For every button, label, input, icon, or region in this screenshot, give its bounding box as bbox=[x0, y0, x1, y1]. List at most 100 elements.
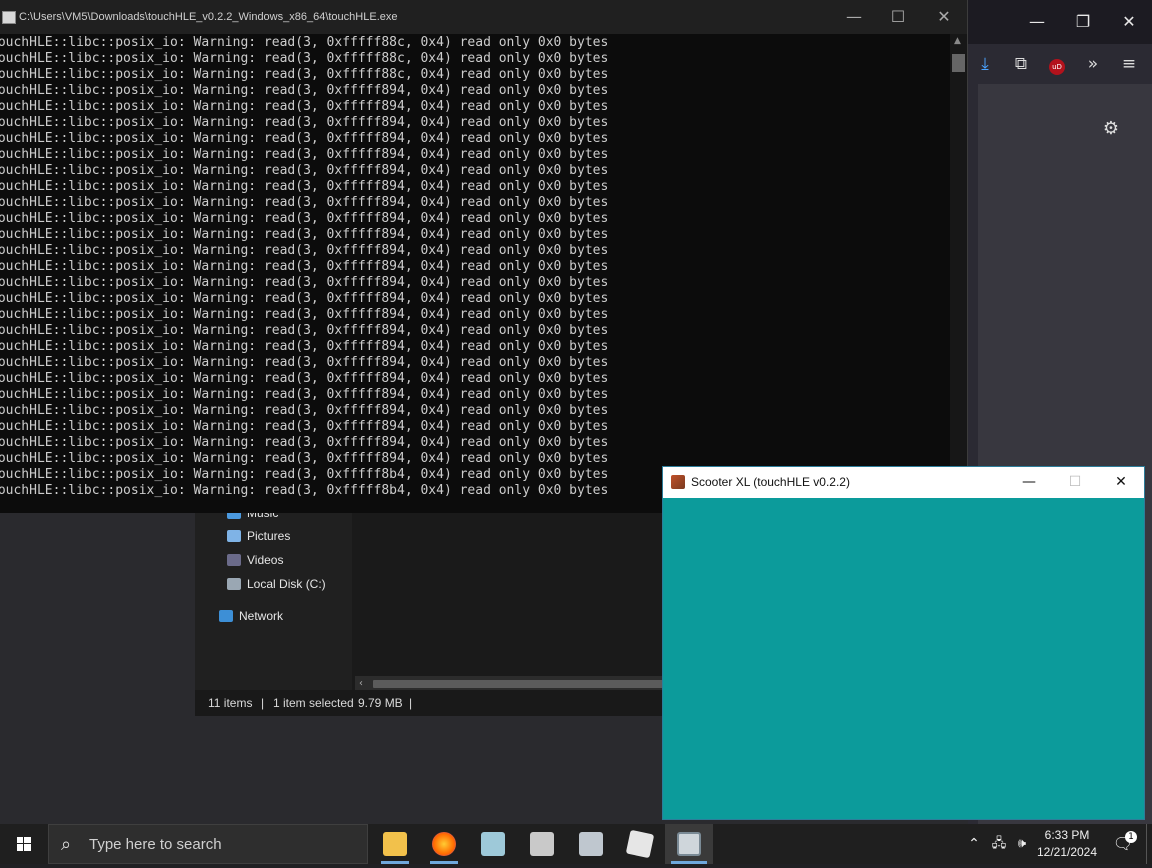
console-line: touchHLE::libc::posix_io: Warning: read(… bbox=[0, 211, 609, 226]
console-line: touchHLE::libc::posix_io: Warning: read(… bbox=[0, 291, 609, 306]
nav-item-label: Network bbox=[239, 609, 284, 623]
console-line: touchHLE::libc::posix_io: Warning: read(… bbox=[0, 243, 609, 258]
console-line: touchHLE::libc::posix_io: Warning: read(… bbox=[0, 467, 609, 482]
console-line: touchHLE::libc::posix_io: Warning: read(… bbox=[0, 339, 609, 354]
search-placeholder: Type here to search bbox=[89, 836, 222, 853]
console-line: touchHLE::libc::posix_io: Warning: read(… bbox=[0, 451, 609, 466]
console-line: touchHLE::libc::posix_io: Warning: read(… bbox=[0, 275, 609, 290]
browser-minimize-button[interactable]: — bbox=[1014, 0, 1060, 44]
network-tray-icon[interactable]: 🖧 bbox=[988, 824, 1010, 864]
file-explorer-icon bbox=[383, 832, 407, 856]
more-tools-icon[interactable]: » bbox=[1079, 50, 1107, 78]
browser-toolbar: ⤓ ⧉ uD » ≡ bbox=[968, 44, 1152, 85]
console-line: touchHLE::libc::posix_io: Warning: read(… bbox=[0, 387, 609, 402]
drive-icon bbox=[227, 578, 241, 590]
nav-item-label: Local Disk (C:) bbox=[247, 577, 326, 591]
console-line: touchHLE::libc::posix_io: Warning: read(… bbox=[0, 227, 609, 242]
console-titlebar[interactable]: C:\Users\VM5\Downloads\touchHLE_v0.2.2_W… bbox=[0, 0, 967, 34]
console-line: touchHLE::libc::posix_io: Warning: read(… bbox=[0, 147, 609, 162]
selected-count: 1 item selected bbox=[273, 696, 354, 710]
console-line: touchHLE::libc::posix_io: Warning: read(… bbox=[0, 195, 609, 210]
game-titlebar[interactable]: Scooter XL (touchHLE v0.2.2) — ☐ ✕ bbox=[663, 467, 1144, 498]
firefox-icon bbox=[432, 832, 456, 856]
explorer-file-area[interactable] bbox=[352, 510, 675, 690]
scroll-up-arrow-icon[interactable]: ▲ bbox=[954, 36, 961, 46]
menu-icon[interactable]: ≡ bbox=[1115, 50, 1143, 78]
taskbar-app-4[interactable] bbox=[616, 824, 664, 864]
taskbar: ⌕ Type here to search ⌃ 🖧 🕪 6:33 PM 12/2… bbox=[0, 824, 1152, 864]
console-line: touchHLE::libc::posix_io: Warning: read(… bbox=[0, 323, 609, 338]
console-line: touchHLE::libc::posix_io: Warning: read(… bbox=[0, 179, 609, 194]
nav-item-pictures[interactable]: Pictures bbox=[195, 525, 352, 547]
clock-date: 12/21/2024 bbox=[1036, 845, 1098, 859]
console-line: touchHLE::libc::posix_io: Warning: read(… bbox=[0, 419, 609, 434]
start-button[interactable] bbox=[0, 824, 48, 864]
console-line: touchHLE::libc::posix_io: Warning: read(… bbox=[0, 163, 609, 178]
ublock-icon[interactable]: uD bbox=[1043, 50, 1071, 78]
taskbar-app-2[interactable] bbox=[518, 824, 566, 864]
taskbar-clock[interactable]: 6:33 PM 12/21/2024 bbox=[1030, 827, 1104, 861]
show-hidden-icons-chevron-icon[interactable]: ⌃ bbox=[962, 824, 986, 864]
game-window-title: Scooter XL (touchHLE v0.2.2) bbox=[691, 475, 850, 489]
taskbar-app-3[interactable] bbox=[567, 824, 615, 864]
app-icon-4 bbox=[625, 829, 655, 859]
console-line: touchHLE::libc::posix_io: Warning: read(… bbox=[0, 355, 609, 370]
notification-center-icon[interactable]: 🗨 1 bbox=[1108, 824, 1138, 864]
game-close-button[interactable]: ✕ bbox=[1098, 467, 1144, 498]
console-app-icon bbox=[677, 832, 701, 856]
nav-item-videos[interactable]: Videos bbox=[195, 549, 352, 571]
windows-logo-icon bbox=[17, 837, 31, 851]
game-window[interactable]: Scooter XL (touchHLE v0.2.2) — ☐ ✕ bbox=[662, 466, 1145, 820]
taskbar-console-app[interactable] bbox=[665, 824, 713, 864]
videos-folder-icon bbox=[227, 554, 241, 566]
show-desktop-button[interactable] bbox=[1146, 824, 1152, 864]
notification-count-badge: 1 bbox=[1125, 831, 1137, 843]
console-output[interactable]: touchHLE::libc::posix_io: Warning: read(… bbox=[0, 34, 950, 513]
status-separator: | bbox=[409, 696, 413, 710]
nav-item-label: Pictures bbox=[247, 529, 291, 543]
console-line: touchHLE::libc::posix_io: Warning: read(… bbox=[0, 483, 609, 498]
download-icon[interactable]: ⤓ bbox=[971, 50, 999, 78]
console-line: touchHLE::libc::posix_io: Warning: read(… bbox=[0, 83, 609, 98]
game-minimize-button[interactable]: — bbox=[1006, 467, 1052, 498]
app-icon-3 bbox=[579, 832, 603, 856]
settings-gear-icon[interactable]: ⚙ bbox=[1098, 116, 1124, 142]
console-line: touchHLE::libc::posix_io: Warning: read(… bbox=[0, 67, 609, 82]
pictures-folder-icon bbox=[227, 530, 241, 542]
app-icon-1 bbox=[481, 832, 505, 856]
file-explorer-window[interactable]: Music Pictures Videos Local Disk (C:) Ne… bbox=[195, 506, 675, 716]
browser-close-button[interactable]: ✕ bbox=[1106, 0, 1152, 44]
taskbar-app-1[interactable] bbox=[469, 824, 517, 864]
browser-restore-button[interactable]: ❐ bbox=[1060, 0, 1106, 44]
ublock-badge: uD bbox=[1049, 59, 1065, 75]
game-maximize-button[interactable]: ☐ bbox=[1052, 467, 1098, 498]
console-window[interactable]: C:\Users\VM5\Downloads\touchHLE_v0.2.2_W… bbox=[0, 0, 968, 513]
console-scrollbar[interactable]: ▲ bbox=[950, 34, 967, 513]
app-icon-2 bbox=[530, 832, 554, 856]
nav-item-local-disk[interactable]: Local Disk (C:) bbox=[195, 573, 352, 595]
console-line: touchHLE::libc::posix_io: Warning: read(… bbox=[0, 35, 609, 50]
scrollbar-thumb[interactable] bbox=[373, 680, 673, 688]
clock-time: 6:33 PM bbox=[1044, 828, 1090, 842]
game-canvas[interactable] bbox=[663, 498, 1144, 819]
scooter-app-icon bbox=[671, 475, 685, 489]
nav-item-label: Videos bbox=[247, 553, 284, 567]
nav-item-network[interactable]: Network bbox=[195, 605, 352, 627]
console-line: touchHLE::libc::posix_io: Warning: read(… bbox=[0, 435, 609, 450]
explorer-nav-pane: Music Pictures Videos Local Disk (C:) Ne… bbox=[195, 506, 352, 690]
console-line: touchHLE::libc::posix_io: Warning: read(… bbox=[0, 131, 609, 146]
console-line: touchHLE::libc::posix_io: Warning: read(… bbox=[0, 259, 609, 274]
console-scrollbar-thumb[interactable] bbox=[952, 54, 965, 72]
console-line: touchHLE::libc::posix_io: Warning: read(… bbox=[0, 51, 609, 66]
selected-size: 9.79 MB bbox=[358, 696, 403, 710]
console-line: touchHLE::libc::posix_io: Warning: read(… bbox=[0, 99, 609, 114]
status-separator: | bbox=[261, 696, 265, 710]
taskbar-firefox[interactable] bbox=[420, 824, 468, 864]
taskbar-file-explorer[interactable] bbox=[371, 824, 419, 864]
taskbar-search-box[interactable]: ⌕ Type here to search bbox=[48, 824, 368, 864]
extensions-icon[interactable]: ⧉ bbox=[1007, 50, 1035, 78]
browser-titlebar[interactable]: — ❐ ✕ bbox=[968, 0, 1152, 44]
network-icon bbox=[219, 610, 233, 622]
console-line: touchHLE::libc::posix_io: Warning: read(… bbox=[0, 307, 609, 322]
console-window-title: C:\Users\VM5\Downloads\touchHLE_v0.2.2_W… bbox=[19, 11, 398, 23]
